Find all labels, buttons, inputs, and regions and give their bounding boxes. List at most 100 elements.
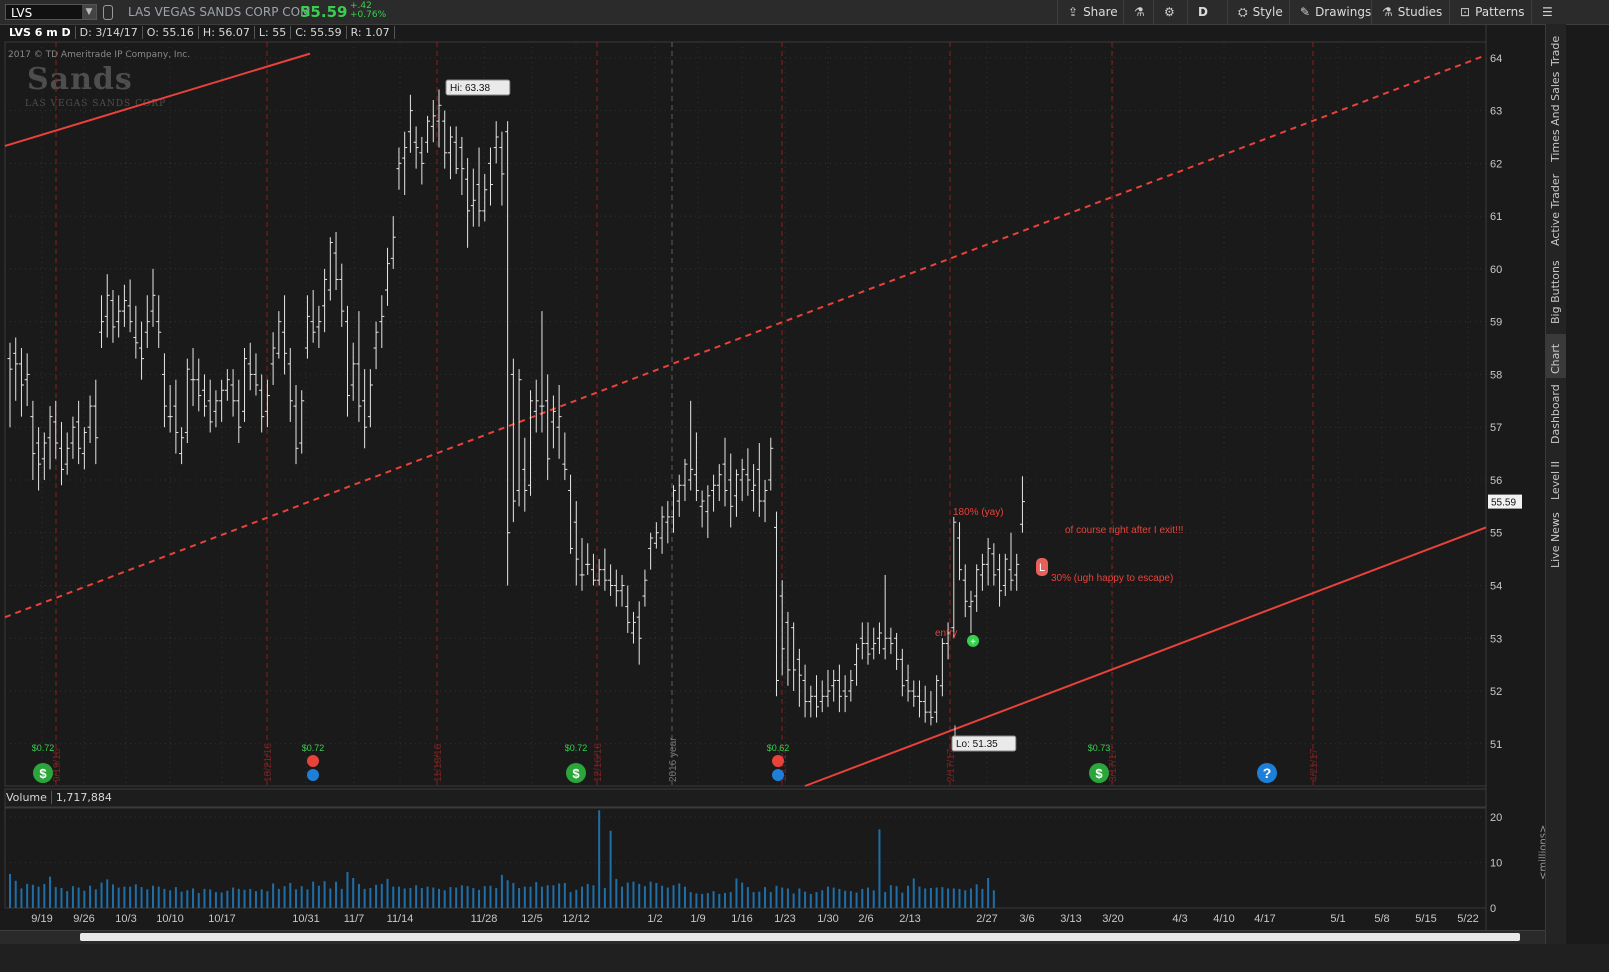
price-tick-label: 60 [1490,264,1502,276]
entry-marker-glyph: + [970,637,976,648]
volume-bar [695,893,698,908]
tab-trade[interactable]: Trade [1546,26,1566,76]
ohlc-bar [207,379,213,433]
volume-bar [729,892,732,908]
ohlc-bar [219,379,225,422]
exit-marker-text: L [1039,562,1045,574]
volume-bar [838,888,841,908]
volume-bar [197,893,200,908]
ohlc-bar [104,274,110,338]
time-tick-label: 5/22 [1457,913,1478,925]
volume-bar [735,878,738,908]
price-tick-label: 54 [1490,580,1502,592]
ohlc-bar [602,548,608,591]
ohlc-bar [773,511,779,697]
time-scrollbar[interactable] [0,930,1545,945]
expiration-date-label: 12/16/16 [593,743,604,782]
volume-bar [9,873,11,908]
volume-bar [380,883,383,908]
ohlc-bar [413,126,419,169]
ohlc-bar [121,284,127,327]
volume-bar [878,829,881,908]
volume-bar [146,889,149,908]
volume-bar [392,886,395,908]
event-value-label: $0.73 [1088,743,1111,753]
volume-bar [169,890,172,908]
volume-bar [764,887,767,908]
event-value-label: $0.72 [32,743,55,753]
conference-circle [772,769,784,781]
entry-marker: + [967,634,979,648]
volume-bar [621,886,624,908]
scroll-thumb[interactable] [80,933,1520,941]
high-callout: Hi: 63.38 [445,79,511,96]
price-tick-label: 58 [1490,369,1502,381]
volume-bar [598,810,601,908]
volume-bar [752,892,755,908]
tab-live-news[interactable]: Live News [1546,512,1566,570]
tab-level-ii[interactable]: Level II [1546,456,1566,502]
ohlc-bar [556,384,562,459]
volume-bar [352,878,355,908]
ohlc-bar [453,126,459,174]
ohlc-bar [888,627,894,655]
ohlc-bar [916,680,922,718]
ohlc-bar [613,569,619,607]
volume-bar [632,881,635,908]
volume-bar [43,883,46,908]
ohlc-bar [24,353,30,407]
ohlc-bar [682,458,688,502]
lower-trendline [804,526,1487,787]
ohlc-bar [81,427,87,470]
price-tick-label: 53 [1490,633,1502,645]
low-callout-text: Lo: 51.35 [956,739,998,750]
tab-chart[interactable]: Chart [1546,334,1566,378]
price-tick-label: 62 [1490,158,1502,170]
volume-bar [123,886,126,908]
volume-bar [369,888,372,908]
tab-big-buttons[interactable]: Big Buttons [1546,260,1566,328]
ohlc-bar [161,353,167,428]
ohlc-bar [865,622,871,665]
price-chart[interactable]: 51 52 53 54 55 56 57 58 59 60 61 62 63 64 0 10 20 9/19 9/2… [0,0,1545,930]
ohlc-bar [379,295,385,349]
ohlc-bar [939,638,945,697]
volume-bar [243,889,246,908]
ohlc-bar [585,543,591,575]
volume-bar [901,892,904,908]
volume-bar [884,892,887,908]
volume-bar [226,890,229,908]
volume-bar [432,887,435,908]
ohlc-bar [230,369,236,417]
ohlc-bar [876,622,882,655]
ohlc-bars [7,89,1025,726]
ohlc-bar [808,685,814,718]
time-tick-label: 11/28 [471,913,498,925]
volume-bar [638,883,641,908]
volume-bar [203,888,206,908]
volume-bar [500,874,503,908]
ohlc-bar [974,564,980,612]
volume-bar [558,883,561,908]
chart-annotation-text: 180% (yay) [953,507,1004,518]
ohlc-bar [751,464,757,512]
tab-times-and-sales[interactable]: Times And Sales [1546,72,1566,164]
low-callout: Lo: 51.35 [951,735,1017,752]
tab-big-buttons-label: Big Buttons [1549,260,1562,324]
chart-annotation-text: of course right after I exit!!! [1065,525,1183,536]
ohlc-bar [236,379,242,444]
volume-bar [907,885,910,908]
volume-bar [809,893,812,908]
volume-bar [506,880,509,908]
volume-bar [518,888,521,908]
ohlc-bar [653,522,659,549]
ohlc-bar [18,348,24,417]
tab-active-trader[interactable]: Active Trader [1546,174,1566,250]
ohlc-bar [407,94,413,153]
time-tick-label: 11/7 [344,913,365,925]
volume-bar [889,885,892,908]
tab-dashboard[interactable]: Dashboard [1546,384,1566,446]
time-tick-label: 4/17 [1254,913,1275,925]
ohlc-bar [1008,532,1014,591]
volume-bar [804,891,807,908]
